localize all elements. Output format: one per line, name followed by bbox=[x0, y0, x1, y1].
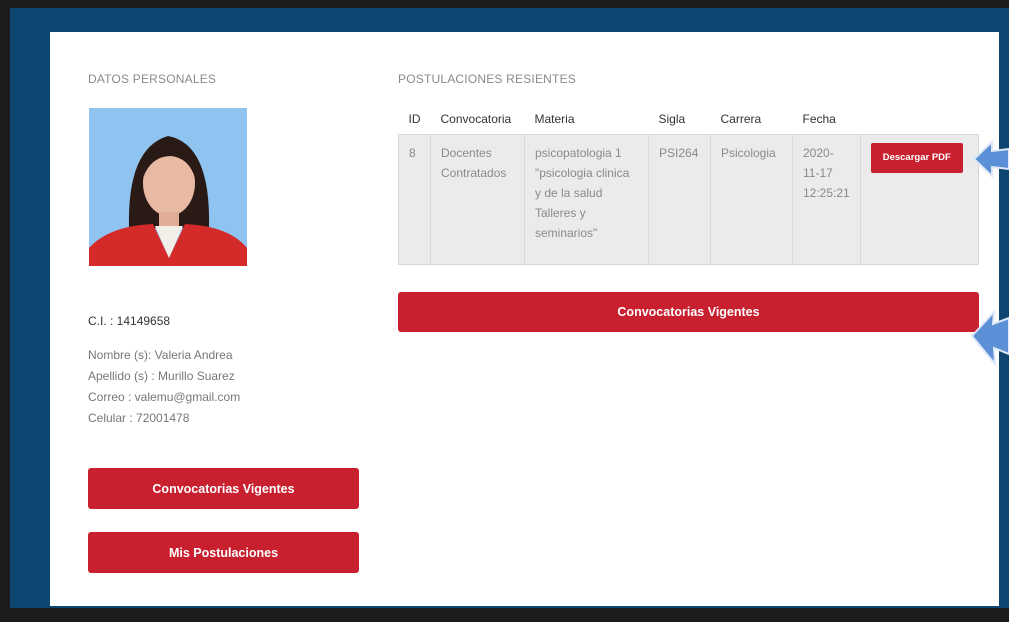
person-avatar-icon bbox=[89, 108, 247, 266]
profile-photo bbox=[89, 108, 247, 266]
col-convocatoria-header: Convocatoria bbox=[440, 112, 512, 126]
postulaciones-section-title: POSTULACIONES RESIENTES bbox=[398, 72, 576, 86]
screen-frame: DATOS PERSONALES C.I. : 14149658 Nombre … bbox=[10, 8, 1009, 608]
table-row: 8 Docentes Contratados psicopatologia 1 … bbox=[398, 134, 980, 265]
personal-section-title: DATOS PERSONALES bbox=[88, 72, 217, 86]
nombre-text: Nombre (s): Valeria Andrea bbox=[88, 348, 233, 362]
celular-text: Celular : 72001478 bbox=[88, 411, 190, 425]
col-carrera-header: Carrera bbox=[720, 112, 762, 126]
cell-carrera: Psicologia bbox=[710, 134, 793, 265]
cell-id: 8 bbox=[398, 134, 431, 265]
convocatorias-vigentes-main-button[interactable]: Convocatorias Vigentes bbox=[398, 292, 979, 332]
cell-fecha: 2020-11-17 12:25:21 bbox=[792, 134, 861, 265]
cell-materia: psicopatologia 1 "psicologia clinica y d… bbox=[524, 134, 649, 265]
col-fecha-header: Fecha bbox=[802, 112, 836, 126]
col-action-header bbox=[860, 104, 978, 135]
postulaciones-table: ID Convocatoria Materia Sigla Carrera Fe… bbox=[398, 104, 980, 265]
content-card: DATOS PERSONALES C.I. : 14149658 Nombre … bbox=[50, 32, 999, 606]
apellido-text: Apellido (s) : Murillo Suarez bbox=[88, 369, 235, 383]
pointer-arrow-icon bbox=[972, 139, 1009, 179]
descargar-pdf-button[interactable]: Descargar PDF bbox=[870, 143, 963, 173]
mis-postulaciones-button[interactable]: Mis Postulaciones bbox=[88, 532, 359, 573]
col-sigla-header: Sigla bbox=[658, 112, 686, 126]
col-materia-header: Materia bbox=[534, 112, 575, 126]
convocatorias-vigentes-button[interactable]: Convocatorias Vigentes bbox=[88, 468, 359, 509]
table-header-row: ID Convocatoria Materia Sigla Carrera Fe… bbox=[399, 104, 979, 135]
cell-convocatoria: Docentes Contratados bbox=[430, 134, 525, 265]
ci-text: C.I. : 14149658 bbox=[88, 314, 171, 328]
cell-action: Descargar PDF bbox=[859, 134, 980, 265]
correo-text: Correo : valemu@gmail.com bbox=[88, 390, 241, 404]
cell-sigla: PSI264 bbox=[648, 134, 711, 265]
col-id-header: ID bbox=[408, 112, 421, 126]
pointer-arrow-icon bbox=[970, 309, 1009, 368]
